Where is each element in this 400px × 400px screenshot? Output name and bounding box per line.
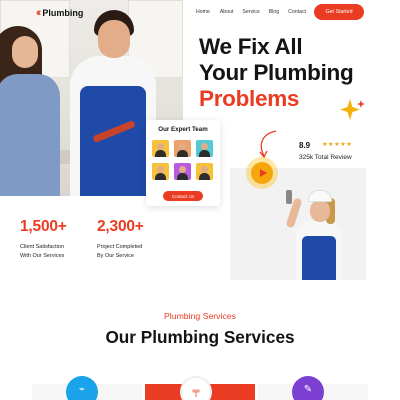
stat-value: 2,300+ (97, 218, 144, 235)
nav-item-home[interactable]: Home (196, 9, 210, 15)
rating-score: 8.9 (299, 141, 311, 150)
hero-line-1: We Fix All (199, 34, 303, 59)
nav-item-blog[interactable]: Blog (269, 9, 279, 15)
play-icon (251, 162, 273, 184)
services-subtitle: Plumbing Services (164, 311, 236, 321)
sparkle-icon (340, 99, 365, 120)
brand-logo[interactable]: ‹‹ Plumbing (36, 7, 83, 19)
expert-avatars (152, 140, 214, 180)
get-started-button[interactable]: Get Started (314, 4, 364, 20)
nav-item-contact[interactable]: Contact (288, 9, 306, 15)
team-member-avatar[interactable] (196, 163, 213, 180)
stat-value: 1,500+ (20, 218, 67, 235)
services-title: Our Plumbing Services (105, 327, 295, 347)
stat-label: Project Completed By Our Service (97, 243, 144, 260)
team-member-avatar[interactable] (174, 140, 191, 157)
hero-line-3: Problems (199, 86, 300, 111)
play-video-button[interactable] (246, 157, 278, 189)
rating-stars-icon: ★★★★★ (322, 141, 353, 148)
expert-team-card: Our Expert Team Contact Us (146, 120, 220, 206)
service-pipe-icon: ╤ (180, 376, 212, 400)
hero-line-2: Your Plumbing (199, 60, 354, 85)
expert-team-title: Our Expert Team (158, 126, 208, 133)
team-member-avatar[interactable] (174, 163, 191, 180)
brand-name: Plumbing (42, 8, 84, 18)
stat-label: Client Satisfaction With Our Services (20, 243, 67, 260)
team-member-avatar[interactable] (152, 140, 169, 157)
service-tools-icon: ✎ (292, 376, 324, 400)
brand-mark-icon: ‹‹ (36, 7, 42, 19)
nav-item-service[interactable]: Service (242, 9, 259, 15)
main-nav: Home About Service Blog Contact (196, 9, 306, 15)
stat-projects-completed: 2,300+ Project Completed By Our Service (97, 218, 144, 260)
stat-client-satisfaction: 1,500+ Client Satisfaction With Our Serv… (20, 218, 67, 260)
service-faucet-icon: ⌁ (66, 376, 98, 400)
rating-total-review: 325k Total Review (299, 154, 352, 161)
stat-label-line: With Our Services (20, 252, 65, 259)
stat-label-line: Project Completed (97, 244, 143, 250)
team-member-avatar[interactable] (196, 140, 213, 157)
contact-us-button[interactable]: Contact Us (163, 191, 203, 201)
nav-item-about[interactable]: About (220, 9, 234, 15)
stat-label-line: Client Satisfaction (20, 244, 65, 250)
hero-headline: We Fix All Your Plumbing Problems (199, 34, 399, 112)
stat-label-line: By Our Service (97, 252, 134, 259)
team-member-avatar[interactable] (152, 163, 169, 180)
